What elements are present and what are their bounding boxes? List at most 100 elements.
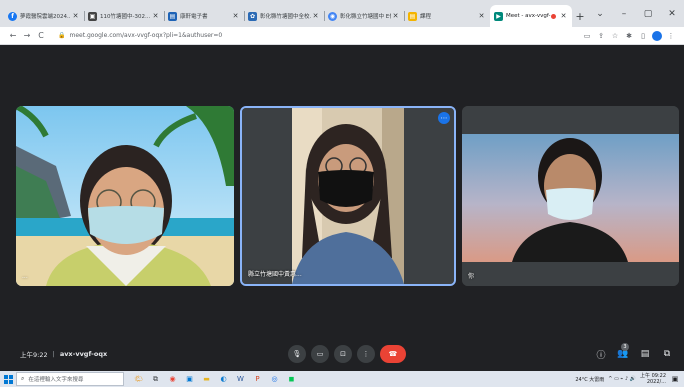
- meeting-code: avx-vvgf-oqx: [59, 350, 108, 358]
- separator: |: [52, 350, 55, 358]
- participant-video: [462, 106, 679, 286]
- extensions-icon[interactable]: ✱: [622, 32, 636, 40]
- chrome-icon[interactable]: ◉: [164, 372, 181, 386]
- edge-icon[interactable]: ◐: [215, 372, 232, 386]
- browser-tab[interactable]: ▤ 課程 ✕: [404, 5, 490, 27]
- weather-status[interactable]: 24°C 大雷雨: [575, 376, 604, 383]
- word-icon[interactable]: W: [232, 372, 249, 386]
- slides-icon: ▤: [408, 11, 417, 21]
- present-screen-icon: ⊡: [340, 350, 346, 358]
- browser-tab[interactable]: ◉ 彰化縣立竹塘國中 E化... ✕: [324, 5, 404, 27]
- meet-icon: ▶: [494, 11, 503, 21]
- meeting-details-button[interactable]: ⓘ: [590, 348, 612, 361]
- system-tray: 24°C 大雷雨 ^ ▭ ⌁ ♪ 🔊 上午 09:22 2022/... ▣: [575, 373, 680, 385]
- browser-toolbar: ▭ ⇪ ☆ ✱ ▯ ⋮: [580, 30, 684, 41]
- more-options-button[interactable]: ⋮: [357, 345, 375, 363]
- meeting-details: 上午9:22 | avx-vvgf-oqx: [20, 349, 107, 359]
- tab-title: 110竹塘國中-302...: [100, 14, 151, 20]
- close-tab-icon[interactable]: ✕: [231, 12, 240, 20]
- chat-button[interactable]: ▤: [634, 349, 656, 359]
- participant-count-badge: 3: [621, 343, 629, 351]
- microphone-button[interactable]: 🎙: [288, 345, 306, 363]
- participant-name: 縣立竹塘國中黃惠...: [248, 271, 302, 278]
- maximize-button[interactable]: ▢: [636, 9, 660, 19]
- cast-icon[interactable]: ▭: [580, 32, 594, 40]
- side-panel-controls: ⓘ 👥 3 ▤ ⧉: [590, 343, 678, 361]
- powerpoint-icon[interactable]: P: [249, 372, 266, 386]
- tab-title: 彰化縣立竹塘國中 E化...: [340, 14, 391, 20]
- lock-icon[interactable]: 🔒: [58, 32, 65, 39]
- taskbar-apps: 🌤 ⧉ ◉ ▣ ▬ ◐ W P ◎ ◼: [130, 372, 300, 386]
- close-tab-icon[interactable]: ✕: [151, 12, 160, 20]
- close-tab-icon[interactable]: ✕: [477, 12, 486, 20]
- camera-button[interactable]: ▭: [311, 345, 329, 363]
- clock-date: 2022/...: [646, 379, 666, 385]
- activities-button[interactable]: ⧉: [656, 349, 678, 359]
- url-field[interactable]: 🔒 meet.google.com/avx-vvgf-oqx?pli=1&aut…: [58, 29, 438, 43]
- classroom-icon: ▣: [88, 11, 97, 21]
- recording-indicator-icon: [551, 13, 556, 19]
- tab-search-icon[interactable]: ⌄: [588, 9, 612, 19]
- browser-tab-active[interactable]: ▶ Meet - avx-vvgf-... ✕: [490, 5, 572, 27]
- start-button[interactable]: [0, 371, 16, 387]
- close-tab-icon[interactable]: ✕: [559, 12, 568, 20]
- taskbar-search[interactable]: ⌕ 在這裡輸入文字來搜尋: [16, 372, 124, 386]
- globe-icon: ◉: [328, 11, 337, 21]
- tray-icons[interactable]: ^ ▭ ⌁ ♪ 🔊: [608, 376, 636, 382]
- close-tab-icon[interactable]: ✕: [71, 12, 80, 20]
- window-controls: ⌄ – ▢ ✕: [588, 0, 684, 27]
- close-tab-icon[interactable]: ✕: [311, 12, 320, 20]
- browser-tab[interactable]: ▤ 康軒電子書 ✕: [164, 5, 244, 27]
- close-window-button[interactable]: ✕: [660, 9, 684, 19]
- more-vert-icon: ⋮: [362, 350, 370, 358]
- task-view-icon[interactable]: ⧉: [147, 372, 164, 386]
- close-tab-icon[interactable]: ✕: [391, 12, 400, 20]
- windows-taskbar: ⌕ 在這裡輸入文字來搜尋 🌤 ⧉ ◉ ▣ ▬ ◐ W P ◎ ◼ 24°C 大雷…: [0, 371, 684, 387]
- browser-tab[interactable]: f 夢霞醫院雲端2024... ✕: [4, 5, 84, 27]
- back-button[interactable]: ←: [6, 31, 20, 40]
- tab-title: Meet - avx-vvgf-...: [506, 13, 551, 19]
- search-icon: ⌕: [21, 375, 25, 382]
- reload-button[interactable]: C: [34, 31, 48, 40]
- participant-tile-active[interactable]: ⋯ 縣立竹塘國中黃惠...: [240, 106, 456, 286]
- browser-tab[interactable]: ✿ 彰化縣竹塘國中全校... ✕: [244, 5, 324, 27]
- file-explorer-icon[interactable]: ▬: [198, 372, 215, 386]
- store-icon[interactable]: ▣: [181, 372, 198, 386]
- meet-control-bar: 上午9:22 | avx-vvgf-oqx 🎙 ▭ ⊡ ⋮ ☎ ⓘ 👥 3 ▤ …: [0, 342, 684, 366]
- participant-name: ...: [22, 273, 28, 280]
- tab-strip: f 夢霞醫院雲端2024... ✕ ▣ 110竹塘國中-302... ✕ ▤ 康…: [0, 0, 684, 27]
- participant-tile[interactable]: ...: [16, 106, 234, 286]
- people-button[interactable]: 👥 3: [612, 343, 634, 359]
- microphone-icon: 🎙: [292, 350, 302, 358]
- forward-button[interactable]: →: [20, 31, 34, 40]
- present-button[interactable]: ⊡: [334, 345, 352, 363]
- clock[interactable]: 上午 09:22 2022/...: [640, 373, 666, 385]
- star-icon[interactable]: ☆: [608, 32, 622, 40]
- camera-icon: ▭: [316, 350, 324, 358]
- line-icon[interactable]: ◼: [283, 372, 300, 386]
- browser-tab[interactable]: ▣ 110竹塘國中-302... ✕: [84, 5, 164, 27]
- leave-call-button[interactable]: ☎: [380, 345, 406, 363]
- menu-icon[interactable]: ⋮: [664, 32, 678, 40]
- app-icon[interactable]: ◎: [266, 372, 283, 386]
- share-icon[interactable]: ⇪: [594, 32, 608, 40]
- address-bar: ← → C 🔒 meet.google.com/avx-vvgf-oqx?pli…: [0, 27, 684, 45]
- weather-widget-icon[interactable]: 🌤: [130, 372, 147, 386]
- meet-stage: ... ⋯ 縣立竹塘國中黃惠... 你 上午9:22 | avx-vvgf-oq…: [0, 46, 684, 371]
- notification-icon[interactable]: ▣: [670, 375, 680, 383]
- sidepanel-icon[interactable]: ▯: [636, 32, 650, 40]
- hangup-icon: ☎: [388, 350, 398, 358]
- participant-video: [242, 108, 454, 284]
- call-controls: 🎙 ▭ ⊡ ⋮ ☎: [288, 345, 411, 363]
- minimize-button[interactable]: –: [612, 9, 636, 19]
- more-options-button[interactable]: ⋯: [438, 112, 450, 124]
- participant-tile-self[interactable]: 你: [462, 106, 679, 286]
- profile-icon[interactable]: [652, 30, 662, 41]
- participant-video: [16, 106, 234, 286]
- url-text: meet.google.com/avx-vvgf-oqx?pli=1&authu…: [69, 32, 223, 39]
- facebook-icon: f: [8, 11, 17, 21]
- school-logo-icon: ✿: [248, 11, 257, 21]
- meeting-time: 上午9:22: [20, 351, 48, 359]
- new-tab-button[interactable]: +: [572, 5, 588, 27]
- tab-title: 夢霞醫院雲端2024...: [20, 14, 71, 20]
